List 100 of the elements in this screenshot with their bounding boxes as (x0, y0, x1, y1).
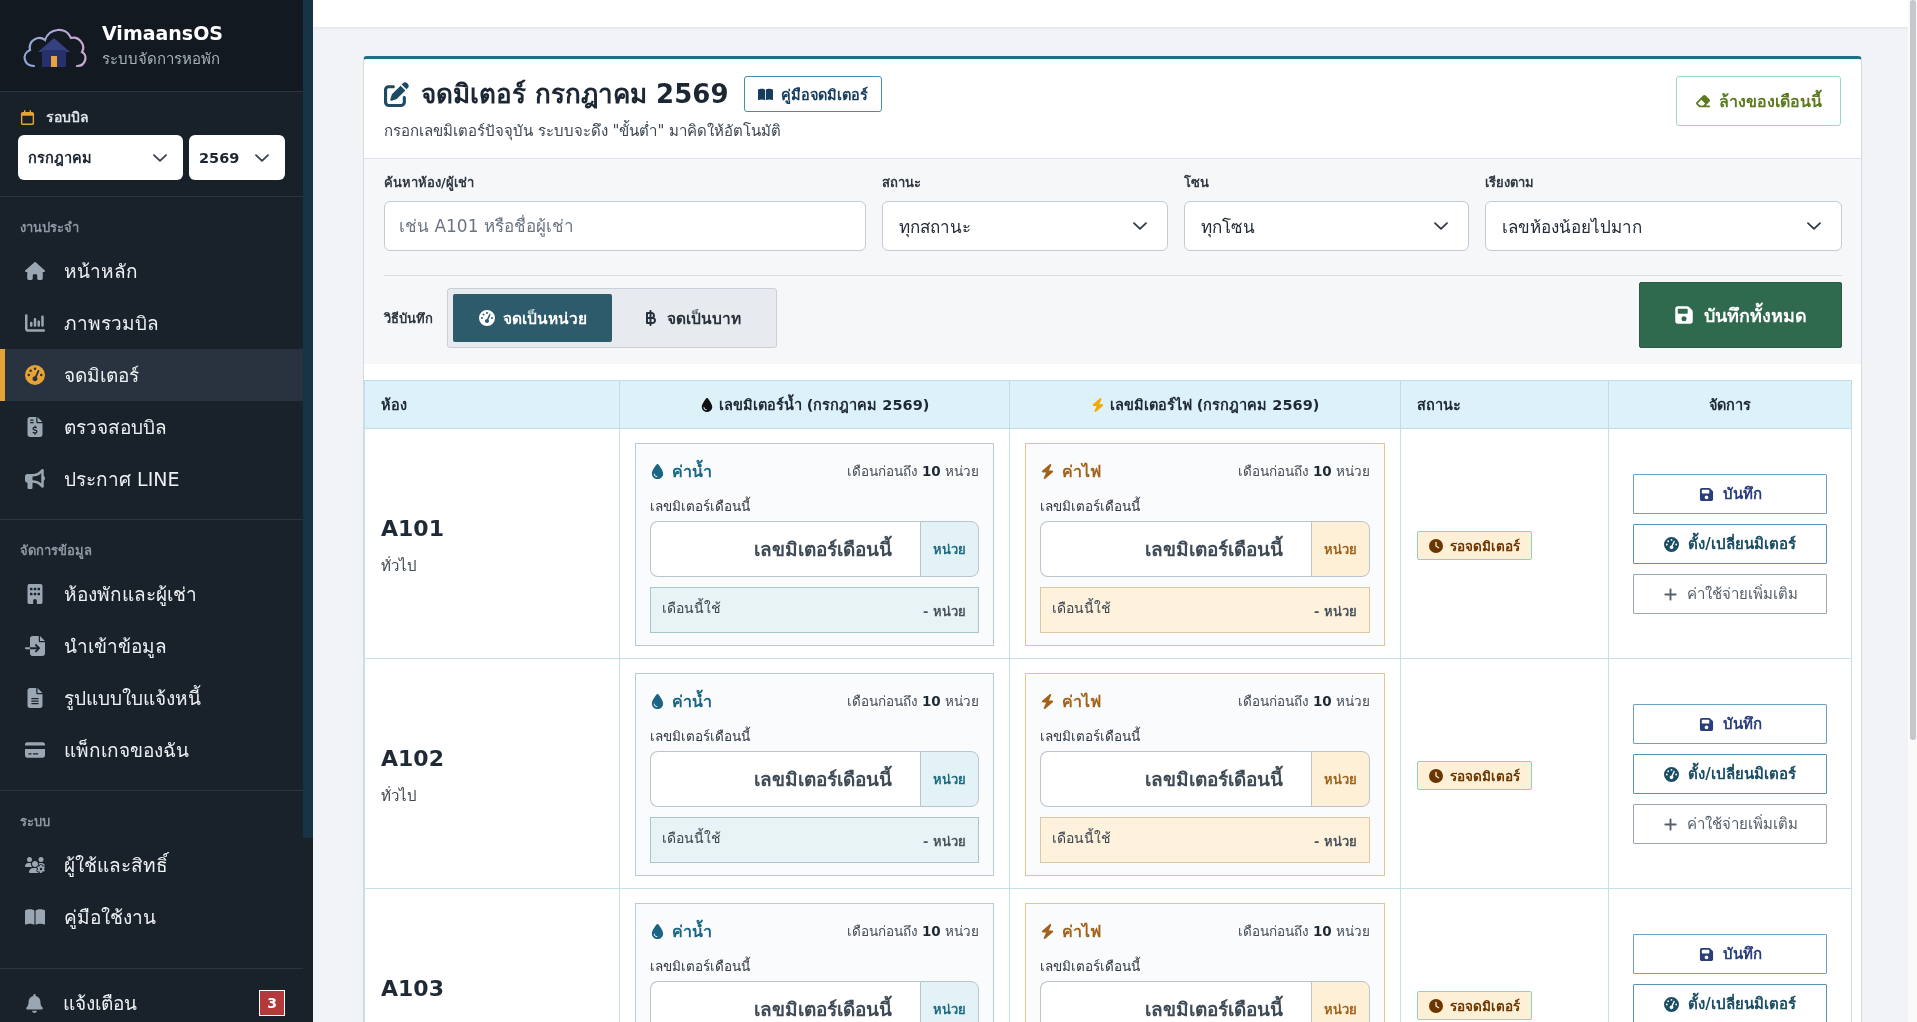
extra-charge-button[interactable]: ค่าใช้จ่ายเพิ่มเติม (1633, 574, 1827, 614)
previous-reading: เดือนก่อนถึง 10 หน่วย (1237, 922, 1370, 941)
method-option-button[interactable]: จดเป็นบาท (612, 294, 771, 342)
notifications-item[interactable]: แจ้งเตือน (0, 983, 259, 1022)
nav-item[interactable]: ตรวจสอบบิล (0, 401, 303, 453)
room-number: A103 (381, 975, 445, 1003)
year-select[interactable]: 2569 (189, 135, 285, 180)
nav-item[interactable]: ผู้ใช้และสิทธิ์ (0, 839, 303, 891)
unit-addon: หน่วย (1311, 751, 1370, 807)
save-button[interactable]: บันทึก (1633, 474, 1827, 514)
nav-section-title: ระบบ (19, 813, 51, 831)
column-title: จัดการ (1709, 397, 1751, 413)
change-meter-button[interactable]: ตั้ง/เปลี่ยนมิเตอร์ (1633, 524, 1827, 564)
meter-reading-input[interactable]: เลขมิเตอร์เดือนนี้ (650, 981, 920, 1022)
droplet-icon (650, 463, 665, 479)
book-icon (758, 86, 774, 102)
meter-reading-input[interactable]: เลขมิเตอร์เดือนนี้ (650, 521, 920, 577)
nav-item[interactable]: หน้าหลัก (0, 245, 303, 297)
status-label: รอจดมิเตอร์ (1450, 536, 1520, 556)
previous-reading: เดือนก่อนถึง 10 หน่วย (846, 462, 979, 481)
book-icon (25, 907, 45, 927)
scrollbar-thumb[interactable] (303, 0, 313, 838)
save-icon (1698, 946, 1714, 962)
bell-icon (25, 993, 44, 1013)
room-zone: ทั่วไป (381, 555, 418, 577)
clock-icon (1429, 998, 1443, 1013)
droplet-icon (650, 693, 665, 709)
invoice-icon (25, 417, 45, 437)
status-label: รอจดมิเตอร์ (1450, 766, 1520, 786)
unit-addon: หน่วย (920, 981, 979, 1022)
calendar-icon (20, 109, 35, 125)
meter-reading-input[interactable]: เลขมิเตอร์เดือนนี้ (1040, 521, 1311, 577)
gauge-icon (25, 365, 45, 385)
month-select[interactable]: กรกฎาคม (18, 135, 183, 180)
extra-charge-button[interactable]: ค่าใช้จ่ายเพิ่มเติม (1633, 804, 1827, 844)
bolt-icon (1090, 398, 1105, 412)
field-label: เลขมิเตอร์เดือนนี้ (650, 726, 751, 746)
nav-item[interactable]: ห้องพักและผู้เช่า (0, 568, 303, 620)
bar-chart-icon (25, 313, 45, 333)
previous-reading: เดือนก่อนถึง 10 หน่วย (846, 692, 979, 711)
column-title: เลขมิเตอร์ไฟ (กรกฎาคม 2569) (1109, 397, 1320, 413)
meter-reading-input[interactable]: เลขมิเตอร์เดือนนี้ (650, 751, 920, 807)
room-number: A102 (381, 745, 445, 773)
unit-addon: หน่วย (1311, 521, 1370, 577)
save-button[interactable]: บันทึก (1633, 704, 1827, 744)
room-number: A101 (381, 515, 445, 543)
plus-icon (1662, 586, 1678, 602)
nav-item[interactable]: คู่มือใช้งาน (0, 891, 303, 943)
meter-reading-input[interactable]: เลขมิเตอร์เดือนนี้ (1040, 751, 1311, 807)
meter-title: ค่าน้ำ (672, 918, 712, 943)
nav-item[interactable]: ภาพรวมบิล (0, 297, 303, 349)
usage-label: เดือนนี้ใช้ (662, 827, 721, 848)
home-icon (25, 261, 45, 281)
droplet-icon (699, 398, 714, 412)
plus-icon (1662, 816, 1678, 832)
record-method-label: วิธีบันทึก (384, 309, 433, 328)
unit-addon: หน่วย (1311, 981, 1370, 1022)
gauge-icon (1664, 766, 1680, 782)
unit-addon: หน่วย (920, 521, 979, 577)
status-select[interactable]: ทุกสถานะ (882, 201, 1168, 251)
usage-label: เดือนนี้ใช้ (1052, 827, 1111, 848)
scrollbar-thumb[interactable] (1909, 0, 1916, 740)
meter-reading-input[interactable]: เลขมิเตอร์เดือนนี้ (1040, 981, 1311, 1022)
chevron-down-icon (255, 153, 269, 162)
filter-label: เรียงตาม (1485, 174, 1535, 192)
zone-select[interactable]: ทุกโซน (1184, 201, 1469, 251)
nav-item[interactable]: ประกาศ LINE (0, 453, 303, 505)
previous-reading: เดือนก่อนถึง 10 หน่วย (1237, 462, 1370, 481)
users-gear-icon (25, 855, 45, 875)
field-label: เลขมิเตอร์เดือนนี้ (650, 956, 751, 976)
field-label: เลขมิเตอร์เดือนนี้ (1040, 726, 1141, 746)
guide-button[interactable]: คู่มือจดมิเตอร์ (744, 76, 883, 112)
usage-label: เดือนนี้ใช้ (1052, 597, 1111, 618)
change-meter-button[interactable]: ตั้ง/เปลี่ยนมิเตอร์ (1633, 984, 1827, 1022)
nav-item[interactable]: รูปแบบใบแจ้งหนี้ (0, 672, 303, 724)
change-meter-button[interactable]: ตั้ง/เปลี่ยนมิเตอร์ (1633, 754, 1827, 794)
gauge-icon (1664, 536, 1680, 552)
meter-title: ค่าไฟ (1062, 690, 1101, 713)
save-all-button[interactable]: บันทึกทั้งหมด (1639, 282, 1842, 348)
building-icon (25, 584, 45, 604)
nav-item[interactable]: แพ็กเกจของฉัน (0, 724, 303, 776)
gauge-icon (1664, 996, 1680, 1012)
previous-reading: เดือนก่อนถึง 10 หน่วย (846, 922, 979, 941)
credit-card-icon (25, 740, 45, 760)
save-button[interactable]: บันทึก (1633, 934, 1827, 974)
meter-title: ค่าไฟ (1062, 920, 1101, 943)
nav-item[interactable]: นำเข้าข้อมูล (0, 620, 303, 672)
gauge-icon (478, 310, 495, 326)
sort-select[interactable]: เลขห้องน้อยไปมาก (1485, 201, 1842, 251)
save-icon (1674, 305, 1694, 325)
meter-title: ค่าน้ำ (672, 688, 712, 713)
meter-title: ค่าไฟ (1062, 460, 1101, 483)
nav-item[interactable]: จดมิเตอร์ (0, 349, 303, 401)
usage-value: - หน่วย (923, 833, 966, 851)
search-field[interactable]: เช่น A101 หรือชื่อผู้เช่า (384, 201, 866, 251)
usage-label: เดือนนี้ใช้ (662, 597, 721, 618)
clear-month-button[interactable]: ล้างของเดือนนี้ (1676, 76, 1841, 126)
megaphone-icon (25, 469, 45, 489)
method-option-button[interactable]: จดเป็นหน่วย (453, 294, 612, 342)
billing-cycle-label: รอบบิล (46, 108, 89, 127)
